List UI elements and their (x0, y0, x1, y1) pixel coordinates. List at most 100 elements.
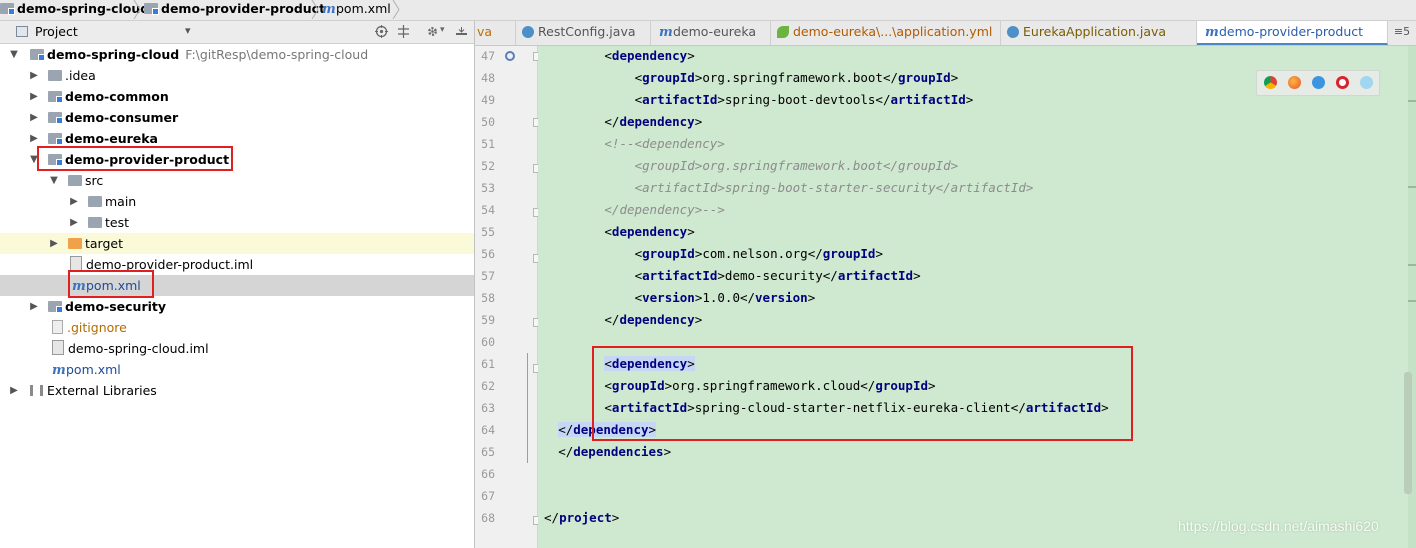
code-line[interactable]: </project> (544, 507, 619, 529)
tree-item-gitignore[interactable]: .gitignore (0, 317, 474, 338)
safari-icon[interactable] (1312, 76, 1325, 89)
chrome-icon[interactable] (1264, 76, 1277, 89)
tree-item-target[interactable]: ▶ target (0, 233, 474, 254)
code-line[interactable]: <artifactId>demo-security</artifactId> (635, 265, 921, 287)
line-number: 51 (481, 137, 495, 151)
line-number: 64 (481, 423, 495, 437)
chevron-right-icon[interactable]: ▶ (28, 65, 40, 86)
breadcrumb-item-root[interactable]: demo-spring-cloud (0, 0, 149, 20)
opera-icon[interactable] (1336, 76, 1349, 89)
code-line[interactable]: </dependencies> (558, 441, 671, 463)
collapse-all-icon[interactable] (397, 25, 410, 38)
tab-eureka-application[interactable]: EurekaApplication.java (1001, 21, 1197, 45)
settings-gear-icon[interactable] (426, 25, 439, 38)
chevron-right-icon[interactable]: ▶ (28, 86, 40, 107)
tab-rest-config[interactable]: RestConfig.java (516, 21, 651, 45)
code-line[interactable]: <artifactId>spring-boot-devtools</artifa… (635, 89, 974, 111)
line-number: 59 (481, 313, 495, 327)
tree-item-main[interactable]: ▶ main (0, 191, 474, 212)
stripe-mark[interactable] (1408, 300, 1416, 302)
code-line[interactable]: <artifactId>spring-boot-starter-security… (635, 177, 1034, 199)
tree-item-test[interactable]: ▶ test (0, 212, 474, 233)
breadcrumb-item-module[interactable]: demo-provider-product (144, 0, 325, 20)
xml-tag-name: artifactId (642, 268, 718, 283)
code-editor[interactable]: <dependency> <groupId>org.springframework… (538, 46, 1416, 548)
xml-comment: <!--<dependency> (604, 136, 725, 151)
stripe-mark[interactable] (1408, 186, 1416, 188)
chevron-down-icon[interactable]: ▼ (48, 170, 60, 191)
editor-gutter[interactable]: 47 48 49 50 51 52 53 54 55 56 57 58 59 60 61 62 63 64 65 66… (475, 46, 563, 548)
tree-item-demo-spring-cloud[interactable]: ▼ demo-spring-cloud F:\gitResp\demo-sprin… (0, 44, 474, 65)
xml-tag-name: groupId (642, 70, 695, 85)
code-line[interactable]: </dependency> (604, 111, 702, 133)
firefox-icon[interactable] (1288, 76, 1301, 89)
chevron-down-icon[interactable]: ▼ (8, 44, 20, 65)
line-number: 57 (481, 269, 495, 283)
view-dropdown-arrow-icon[interactable]: ▾ (185, 24, 191, 37)
chevron-right-icon[interactable]: ▶ (68, 191, 80, 212)
settings-dropdown-icon[interactable]: ▾ (440, 25, 445, 35)
xml-text: > (694, 114, 703, 129)
xml-text: >com.nelson.org</ (694, 246, 823, 261)
code-line[interactable]: </dependency> (604, 309, 702, 331)
ie-icon[interactable] (1360, 76, 1373, 89)
xml-text: < (634, 268, 643, 283)
code-line[interactable]: </dependency>--> (604, 199, 724, 221)
chevron-right-icon[interactable]: ▶ (68, 212, 80, 233)
xml-comment: <artifactId>spring-boot-starter-security… (634, 180, 1034, 195)
chevron-right-icon[interactable]: ▶ (28, 107, 40, 128)
maven-parent-icon[interactable] (505, 51, 515, 61)
chevron-right-icon[interactable]: ▶ (48, 233, 60, 254)
stripe-mark[interactable] (1408, 264, 1416, 266)
tree-item-demo-security[interactable]: ▶ demo-security (0, 296, 474, 317)
breadcrumb-item-file[interactable]: mpom.xml (322, 0, 391, 20)
tab-list-button[interactable]: ≡5 (1388, 21, 1416, 45)
line-number: 55 (481, 225, 495, 239)
xml-text: < (634, 92, 643, 107)
line-number: 48 (481, 71, 495, 85)
xml-text: </ (604, 312, 620, 327)
xml-text: < (604, 48, 612, 63)
tree-item-demo-common[interactable]: ▶ demo-common (0, 86, 474, 107)
tab-demo-provider-product[interactable]: mdemo-provider-product (1197, 21, 1388, 45)
code-line[interactable]: <groupId>org.springframework.boot</group… (635, 155, 959, 177)
tree-item-demo-consumer[interactable]: ▶ demo-consumer (0, 107, 474, 128)
xml-text: >demo-security</ (717, 268, 838, 283)
tree-item-root-pom[interactable]: mpom.xml (0, 359, 474, 380)
project-panel-header: Project ▾ ▾ (0, 21, 474, 44)
project-panel-title[interactable]: Project (35, 24, 78, 39)
xml-text: >1.0.0</ (694, 290, 756, 305)
tab-demo-eureka-pom[interactable]: mdemo-eureka (651, 21, 771, 45)
xml-comment: <groupId>org.springframework.boot</group… (634, 158, 959, 173)
vertical-scrollbar-thumb[interactable] (1404, 372, 1412, 494)
tab-application-yml[interactable]: demo-eureka\...\application.yml (771, 21, 1001, 45)
watermark: https://blog.csdn.net/aimashi620 (1178, 518, 1379, 534)
xml-tag-name: dependency (619, 114, 695, 129)
xml-tag-name: groupId (898, 70, 951, 85)
tree-item-idea[interactable]: ▶ .idea (0, 65, 474, 86)
code-line[interactable]: <groupId>org.springframework.boot</group… (635, 67, 959, 89)
editor-tab-bar: va RestConfig.java mdemo-eureka demo-eur… (475, 21, 1416, 46)
code-line[interactable]: <version>1.0.0</version> (635, 287, 816, 309)
code-line[interactable]: <groupId>com.nelson.org</groupId> (635, 243, 883, 265)
folder-icon (88, 217, 102, 228)
code-line[interactable]: <dependency> (604, 221, 694, 243)
code-line[interactable]: <dependency> (604, 45, 694, 67)
line-number: 67 (481, 489, 495, 503)
code-line[interactable]: <!--<dependency> (604, 133, 724, 155)
gitignore-file-icon (52, 320, 63, 334)
tree-item-src[interactable]: ▼ src (0, 170, 474, 191)
chevron-right-icon[interactable]: ▶ (8, 380, 20, 401)
tree-item-external-libraries[interactable]: ▶ External Libraries (0, 380, 474, 401)
xml-tag-name: dependency (619, 312, 695, 327)
hide-panel-icon[interactable] (455, 25, 468, 38)
stripe-mark[interactable] (1408, 100, 1416, 102)
chevron-right-icon[interactable]: ▶ (28, 296, 40, 317)
change-marker (527, 353, 528, 463)
tab-overflow-java[interactable]: va (475, 21, 516, 45)
module-folder-icon (0, 3, 15, 15)
maven-file-icon: m (52, 363, 66, 378)
tree-item-root-iml[interactable]: demo-spring-cloud.iml (0, 338, 474, 359)
line-number: 50 (481, 115, 495, 129)
globe-target-icon[interactable] (375, 25, 388, 38)
